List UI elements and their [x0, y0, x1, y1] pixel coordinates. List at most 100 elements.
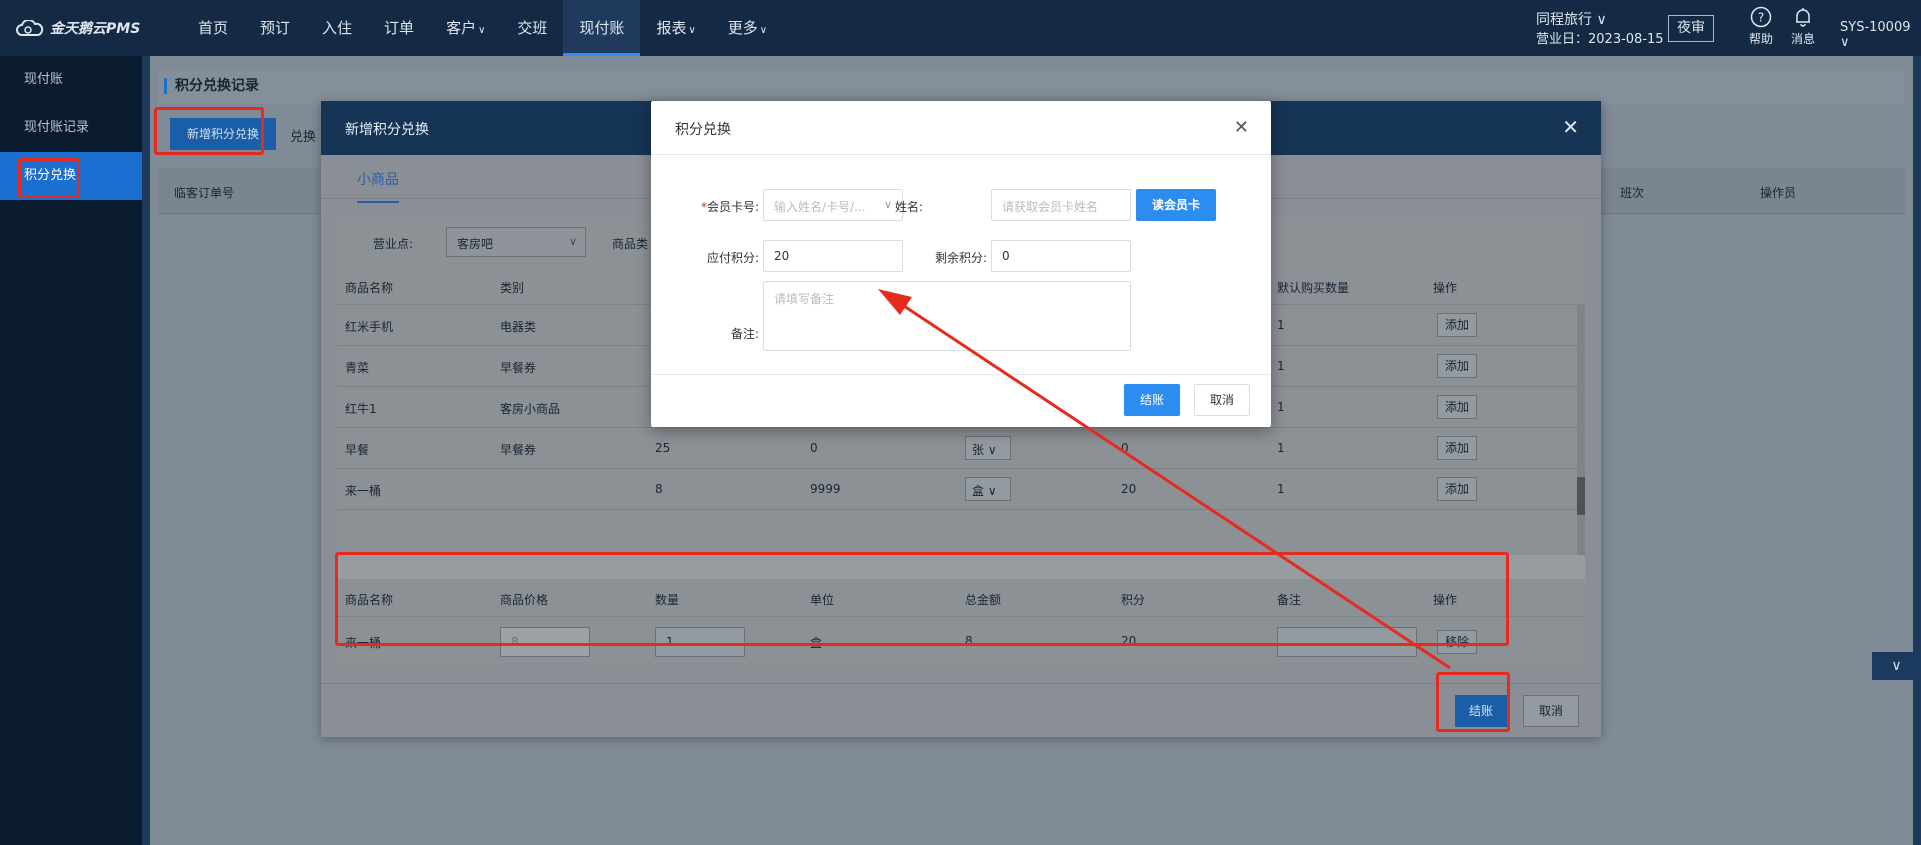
cell: 电器类: [500, 320, 537, 334]
cell: 红米手机: [345, 320, 394, 334]
bell-icon: [1796, 8, 1810, 27]
cell: 0: [810, 441, 818, 455]
cell: 1: [1277, 359, 1285, 373]
column-header: 班次: [1620, 186, 1645, 200]
nav-shift[interactable]: 交班: [501, 0, 563, 56]
outlet-label: 营业点:: [373, 237, 414, 251]
footer-divider: [321, 683, 1601, 684]
name-input[interactable]: 请获取会员卡姓名: [991, 189, 1131, 221]
exchange-tab[interactable]: 兑换: [290, 126, 316, 145]
cell: 8: [655, 482, 663, 496]
hotel-switcher[interactable]: 同程旅行 ∨ 营业日：2023-08-15: [1536, 10, 1664, 50]
name-label: 姓名:: [894, 200, 923, 214]
add-button[interactable]: 添加: [1437, 313, 1477, 337]
page-title-bar: [158, 70, 1905, 104]
chevron-down-icon: ∨: [688, 25, 696, 36]
annotation-box-checkout-button: [1436, 672, 1510, 732]
hotel-name: 同程旅行 ∨: [1536, 12, 1607, 28]
close-icon[interactable]: ✕: [1562, 115, 1579, 139]
chevron-down-icon: ∨: [1891, 658, 1902, 674]
column-header: 默认购买数量: [1277, 281, 1350, 295]
nav-more[interactable]: 更多 ∨: [712, 0, 783, 56]
add-button[interactable]: 添加: [1437, 354, 1477, 378]
sidebar-item-cash-account[interactable]: 现付账: [0, 56, 142, 104]
cell: 早餐券: [500, 443, 537, 457]
cell: 红牛1: [345, 402, 377, 416]
user-menu[interactable]: SYS-10009 ∨: [1840, 20, 1921, 50]
modal-title: 新增积分兑换: [345, 122, 429, 138]
cell: 早餐: [345, 443, 370, 457]
night-audit-button[interactable]: 夜审: [1668, 15, 1714, 42]
nav-label: 预订: [260, 19, 291, 37]
annotation-box-sidebar-item: [18, 158, 80, 198]
dialog-title: 积分兑换: [675, 122, 731, 138]
remaining-points-label: 剩余积分:: [934, 251, 987, 265]
due-points-label: 应付积分:: [706, 251, 759, 265]
top-bar: 金天鹅云PMS 首页 预订 入住 订单 客户 ∨ 交班 现付账 报表 ∨ 更多 ∨ 同…: [0, 0, 1921, 56]
chevron-down-icon: ∨: [759, 25, 768, 36]
cell: 青菜: [345, 361, 370, 375]
help-label: 帮助: [1748, 32, 1773, 46]
column-header: 临客订单号: [174, 186, 235, 200]
nav-label: 更多: [727, 19, 758, 37]
remark-label: 备注:: [730, 327, 759, 341]
card-label: *会员卡号:: [679, 198, 759, 215]
add-button[interactable]: 添加: [1437, 395, 1477, 419]
messages-button[interactable]: 消息: [1783, 6, 1823, 47]
nav-orders[interactable]: 订单: [368, 0, 430, 56]
nav-label: 报表: [656, 19, 687, 37]
nav-home[interactable]: 首页: [182, 0, 244, 56]
column-header: 类别: [500, 281, 525, 295]
cancel-button[interactable]: 取消: [1523, 695, 1579, 727]
nav-label: 现付账: [579, 19, 625, 37]
nav-label: 入住: [322, 19, 353, 37]
column-header: 商品名称: [345, 281, 394, 295]
nav-cash-account[interactable]: 现付账: [563, 0, 641, 56]
collapse-button[interactable]: ∨: [1872, 652, 1921, 680]
add-button[interactable]: 添加: [1437, 477, 1477, 501]
column-header: 操作员: [1760, 186, 1797, 200]
cell: 客房小商品: [500, 402, 561, 416]
outlet-value: 客房吧: [457, 237, 494, 251]
logo: 金天鹅云PMS: [16, 18, 140, 38]
nav-checkin[interactable]: 入住: [306, 0, 368, 56]
nav-reports[interactable]: 报表 ∨: [640, 0, 711, 56]
cell: 1: [1277, 400, 1285, 414]
table-scrollbar-thumb[interactable]: [1577, 477, 1585, 515]
add-button[interactable]: 添加: [1437, 436, 1477, 460]
chevron-down-icon: ∨: [478, 25, 486, 36]
table-row: 早餐 早餐券 25 0 张 ∨ 0 1 添加: [337, 428, 1585, 469]
cell: 9999: [810, 482, 841, 496]
cell: 1: [1277, 318, 1285, 332]
dialog-checkout-button[interactable]: 结账: [1124, 384, 1180, 416]
messages-label: 消息: [1790, 32, 1815, 46]
due-points-input[interactable]: 20: [763, 240, 903, 272]
nav-booking[interactable]: 预订: [244, 0, 306, 56]
outlet-select[interactable]: 客房吧 ∨: [446, 227, 586, 257]
help-icon: ?: [1750, 6, 1772, 28]
cell: 1: [1277, 482, 1285, 496]
card-label-text: 会员卡号:: [706, 200, 759, 214]
svg-text:?: ?: [1758, 11, 1764, 25]
column-header: 操作: [1433, 281, 1458, 295]
remaining-points-input[interactable]: 0: [991, 240, 1131, 272]
table-scrollbar[interactable]: [1577, 305, 1585, 555]
cloud-icon: [16, 20, 44, 36]
dialog-header: 积分兑换: [651, 101, 1271, 155]
read-member-card-button[interactable]: 读会员卡: [1136, 189, 1216, 221]
annotation-box-new-button: [154, 107, 264, 155]
nav-label: 首页: [198, 19, 229, 37]
close-icon[interactable]: ✕: [1234, 117, 1249, 138]
table-row: 来一桶 8 9999 盒 ∨ 20 1 添加: [337, 469, 1585, 510]
unit-select[interactable]: 张 ∨: [965, 436, 1011, 460]
dialog-footer-divider: [651, 374, 1271, 375]
dialog-cancel-button[interactable]: 取消: [1194, 384, 1250, 416]
help-button[interactable]: ? 帮助: [1741, 6, 1781, 47]
cell: 20: [1121, 482, 1137, 496]
unit-select[interactable]: 盒 ∨: [965, 477, 1011, 501]
nav-customers[interactable]: 客户 ∨: [430, 0, 501, 56]
remark-textarea[interactable]: 请填写备注: [763, 281, 1131, 351]
nav-label: 客户: [446, 19, 477, 37]
sidebar-item-cash-records[interactable]: 现付账记录: [0, 104, 142, 152]
category-label: 商品类: [612, 237, 649, 251]
